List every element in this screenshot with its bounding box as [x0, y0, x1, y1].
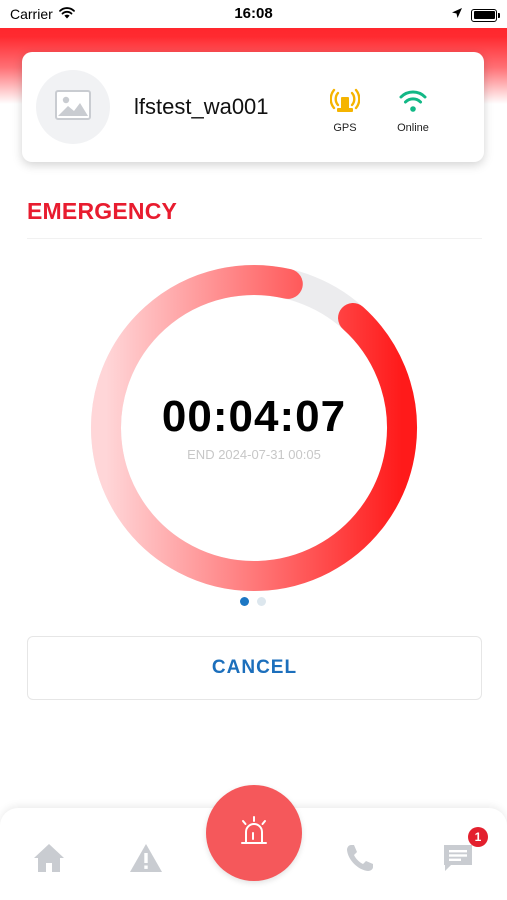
clock: 16:08: [234, 5, 273, 22]
nav-phone[interactable]: [340, 840, 380, 880]
online-status: Online: [388, 88, 438, 134]
profile-card: lfstest_wa001 GPS Online: [22, 52, 484, 162]
home-icon: [32, 842, 66, 879]
siren-icon: [236, 815, 272, 852]
gps-status: GPS: [320, 88, 370, 134]
status-bar: Carrier 16:08: [0, 0, 507, 28]
image-placeholder-icon: [55, 89, 91, 125]
nav-home[interactable]: [29, 840, 69, 880]
online-label: Online: [397, 122, 429, 134]
divider: [27, 238, 482, 239]
avatar[interactable]: [36, 70, 110, 144]
phone-icon: [344, 842, 376, 879]
location-arrow-icon: [451, 6, 463, 24]
nav-alerts[interactable]: [126, 840, 166, 880]
message-badge: 1: [468, 827, 488, 847]
timer-end-label: END 2024-07-31 00:05: [187, 447, 321, 462]
battery-full-icon: [471, 8, 500, 22]
gps-label: GPS: [333, 122, 357, 134]
page-indicator: [240, 597, 266, 606]
timer-value: 00:04:07: [161, 392, 347, 441]
countdown-ring: 00:04:07 END 2024-07-31 00:05: [90, 264, 418, 592]
sos-button[interactable]: [206, 785, 302, 881]
section-title: EMERGENCY: [27, 198, 178, 224]
gps-antenna-icon: [329, 88, 361, 118]
wifi-icon: [398, 90, 428, 118]
page-dot-2[interactable]: [257, 597, 266, 606]
username: lfstest_wa001: [134, 94, 269, 119]
page-dot-1[interactable]: [240, 597, 249, 606]
nav-messages[interactable]: [438, 840, 478, 880]
warning-triangle-icon: [128, 842, 164, 879]
message-icon: [441, 842, 475, 879]
cancel-button[interactable]: CANCEL: [27, 636, 482, 700]
